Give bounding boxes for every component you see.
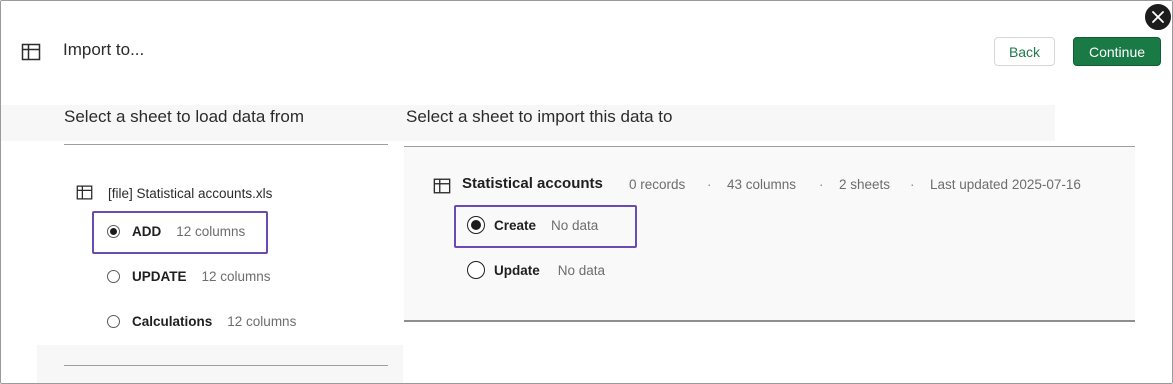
close-button[interactable] <box>1143 2 1172 32</box>
target-sheet-name: Statistical accounts <box>462 175 603 192</box>
table-icon <box>21 43 41 61</box>
sheets-count: 2 sheets <box>839 177 891 192</box>
option-column-count: 12 columns <box>227 314 297 329</box>
divider <box>64 365 388 366</box>
source-sheet-heading: Select a sheet to load data from <box>64 107 305 126</box>
option-label: UPDATE <box>132 269 187 284</box>
records-count: 0 records <box>629 177 686 192</box>
source-file-name: [file] Statistical accounts.xls <box>108 186 273 201</box>
table-icon <box>76 185 93 200</box>
radio-button[interactable] <box>467 261 485 279</box>
option-status: No data <box>557 262 606 278</box>
close-icon <box>1152 11 1164 23</box>
table-icon <box>433 178 451 194</box>
meta-separator: · <box>707 177 712 192</box>
page-title: Import to... <box>63 40 145 59</box>
target-option-update[interactable]: Update No data <box>467 261 605 279</box>
import-dialog: Import to... Back Continue Select a shee… <box>0 0 1173 384</box>
option-label: Update <box>494 262 540 278</box>
divider <box>64 144 388 145</box>
target-sheet-heading: Select a sheet to import this data to <box>406 107 673 126</box>
source-sheet-option-update[interactable]: UPDATE 12 columns <box>107 269 271 284</box>
back-button[interactable]: Back <box>994 37 1055 66</box>
columns-count: 43 columns <box>727 177 797 192</box>
radio-button[interactable] <box>107 315 120 328</box>
continue-button[interactable]: Continue <box>1073 37 1161 66</box>
meta-separator: · <box>910 177 915 192</box>
source-sheet-option-calculations[interactable]: Calculations 12 columns <box>107 314 296 329</box>
selection-highlight <box>454 205 637 248</box>
option-label: Calculations <box>132 314 213 329</box>
last-updated: Last updated 2025-07-16 <box>930 177 1081 192</box>
selection-highlight <box>92 211 268 254</box>
option-column-count: 12 columns <box>201 269 271 284</box>
radio-button[interactable] <box>107 270 120 283</box>
meta-separator: · <box>819 177 824 192</box>
